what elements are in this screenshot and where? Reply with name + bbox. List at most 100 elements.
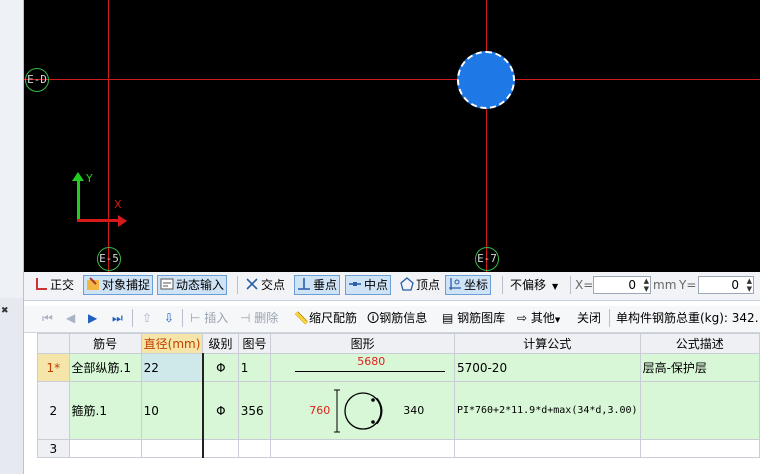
rebar-library-button[interactable]: ▤ 钢筋图库 <box>440 308 507 328</box>
scale-rebar-button[interactable]: 📏缩尺配筋 <box>292 308 359 328</box>
total-weight-label: 单构件钢筋总重(kg): 342. <box>616 311 759 325</box>
vertex-icon <box>400 277 414 291</box>
row-number: 2 <box>37 381 70 440</box>
y-coordinate-input[interactable]: 0 ▲ ▼ <box>698 276 754 294</box>
close-button[interactable]: 关闭 <box>575 308 603 328</box>
stirrup-icon <box>334 389 383 432</box>
first-record-icon[interactable]: ⏮ <box>40 308 55 328</box>
cell-name[interactable] <box>68 439 142 458</box>
rebar-toolbar: ⏮ ◀ ▶ ⏭ ⇧ ⇩ ⊢ 插入 ⊣ 删除 📏缩尺配筋 🛈钢筋信息 ▤ 钢筋图库… <box>24 306 760 333</box>
column-header[interactable]: 图形 <box>270 333 455 354</box>
column-header[interactable]: 筋号 <box>68 333 142 354</box>
cell-figure-no[interactable]: 1 <box>237 353 272 382</box>
table-row[interactable]: 1* 全部纵筋.1 22 Φ 1 5680 5700-20 层高-保护层 <box>37 353 760 382</box>
cell-figure-no[interactable]: 356 <box>237 381 272 440</box>
axis-bubble-ed: E-D <box>25 68 49 92</box>
other-menu[interactable]: ⇨ 其他▼ <box>515 308 562 328</box>
snap-toolbar: 正交 对象捕捉 动态输入 交点 垂点 中点 顶点 坐标 不偏移 ▼ X= 0 ▲ ▼ … <box>24 272 760 301</box>
dim-label-340: 340 <box>403 403 425 417</box>
coordinate-button[interactable]: 坐标 <box>445 275 492 295</box>
midpoint-icon <box>349 282 361 286</box>
move-down-icon[interactable]: ⇩ <box>162 308 176 328</box>
perpendicular-icon <box>298 278 310 290</box>
x-coordinate-input[interactable]: 0 ▲ ▼ <box>593 276 651 294</box>
cell-formula[interactable]: PI*760+2*11.9*d+max(34*d,3.00) <box>453 381 641 440</box>
insert-button[interactable]: ⊢ 插入 <box>188 308 230 328</box>
cell-grade[interactable]: Φ <box>202 381 239 440</box>
intersection-button[interactable]: 交点 <box>243 275 287 295</box>
midpoint-button[interactable]: 中点 <box>345 275 392 295</box>
corner-cell <box>37 333 70 354</box>
cell-grade[interactable] <box>202 439 239 458</box>
object-snap-button[interactable]: 对象捕捉 <box>83 275 154 295</box>
offset-mode-select[interactable]: 不偏移 ▼ <box>508 275 560 295</box>
column-header[interactable]: 图号 <box>237 333 272 354</box>
cell-formula[interactable] <box>453 439 641 458</box>
panel-close-icon[interactable]: ✖ <box>1 306 9 316</box>
spinner-icon[interactable]: ▲ ▼ <box>644 277 649 293</box>
ucs-y-label: Y <box>86 172 93 185</box>
cell-description[interactable] <box>639 439 760 458</box>
previous-record-icon[interactable]: ◀ <box>64 308 77 328</box>
ortho-button[interactable]: 正交 <box>32 275 76 295</box>
delete-icon: ⊣ <box>240 311 251 325</box>
cell-shape[interactable] <box>270 439 455 458</box>
table-header-row: 筋号 直径(mm) 级别 图号 图形 计算公式 公式描述 <box>37 333 760 354</box>
toolbar-separator <box>609 309 610 327</box>
column-header[interactable]: 计算公式 <box>453 333 641 354</box>
cell-formula[interactable]: 5700-20 <box>453 353 641 382</box>
delete-button[interactable]: ⊣ 删除 <box>238 308 280 328</box>
cell-figure-no[interactable] <box>237 439 272 458</box>
move-up-icon[interactable]: ⇧ <box>140 308 154 328</box>
next-record-icon[interactable]: ▶ <box>86 308 99 328</box>
insert-icon: ⊢ <box>190 311 201 325</box>
toolbar-separator <box>502 276 503 294</box>
cell-shape[interactable]: 760 340 <box>270 381 455 440</box>
table-row[interactable]: 2 箍筋.1 10 Φ 356 760 340 PI*760+2*11.9*d+… <box>37 381 760 440</box>
drawing-canvas[interactable]: E-D E-5 E-7 Y X <box>24 0 760 272</box>
toolbar-separator <box>237 276 238 294</box>
selected-column[interactable] <box>457 51 515 109</box>
cell-name[interactable]: 箍筋.1 <box>68 381 142 440</box>
toolbar-separator <box>570 276 571 294</box>
row-number: 3 <box>37 439 70 458</box>
coordinate-icon <box>449 278 461 290</box>
cell-diameter[interactable]: 10 <box>140 381 204 440</box>
toolbar-separator <box>132 309 133 327</box>
cell-description[interactable]: 层高-保护层 <box>639 353 760 382</box>
column-header[interactable]: 直径(mm) <box>140 333 204 354</box>
column-header[interactable]: 公式描述 <box>639 333 760 354</box>
cell-diameter[interactable]: 22 <box>140 353 204 382</box>
rebar-table-container: 筋号 直径(mm) 级别 图号 图形 计算公式 公式描述 1* 全部纵筋.1 2… <box>37 333 760 474</box>
bar-length-label: 5680 <box>357 354 386 368</box>
info-icon: 🛈 <box>367 311 380 325</box>
chevron-down-icon: ▼ <box>552 282 559 291</box>
bar-line <box>295 370 446 372</box>
chevron-down-icon: ▼ <box>554 316 561 324</box>
toolbar-separator <box>182 309 183 327</box>
axis-bubble-e7: E-7 <box>475 247 499 271</box>
other-icon: ⇨ <box>517 311 528 325</box>
rebar-info-button[interactable]: 🛈钢筋信息 <box>365 308 429 328</box>
ortho-icon <box>36 278 47 290</box>
column-header[interactable]: 级别 <box>202 333 239 354</box>
dim-label-760: 760 <box>309 403 331 417</box>
table-row[interactable]: 3 <box>37 439 760 458</box>
axis-line-7 <box>486 0 487 272</box>
rebar-table: 筋号 直径(mm) 级别 图号 图形 计算公式 公式描述 1* 全部纵筋.1 2… <box>37 333 760 458</box>
last-record-icon[interactable]: ⏭ <box>110 308 125 328</box>
cell-description[interactable] <box>639 381 760 440</box>
axis-bubble-e5: E-5 <box>97 247 121 271</box>
intersection-icon <box>246 278 258 290</box>
perpendicular-button[interactable]: 垂点 <box>294 275 341 295</box>
cell-name[interactable]: 全部纵筋.1 <box>68 353 142 382</box>
straight-bar-figure: 5680 <box>273 355 452 381</box>
row-number: 1* <box>37 353 70 382</box>
library-icon: ▤ <box>442 311 454 325</box>
cell-shape[interactable]: 5680 <box>270 353 455 382</box>
vertex-button[interactable]: 顶点 <box>398 275 442 295</box>
spinner-icon[interactable]: ▲ ▼ <box>747 277 752 293</box>
cell-grade[interactable]: Φ <box>202 353 239 382</box>
dynamic-input-button[interactable]: 动态输入 <box>157 275 228 295</box>
cell-diameter[interactable] <box>140 439 204 458</box>
